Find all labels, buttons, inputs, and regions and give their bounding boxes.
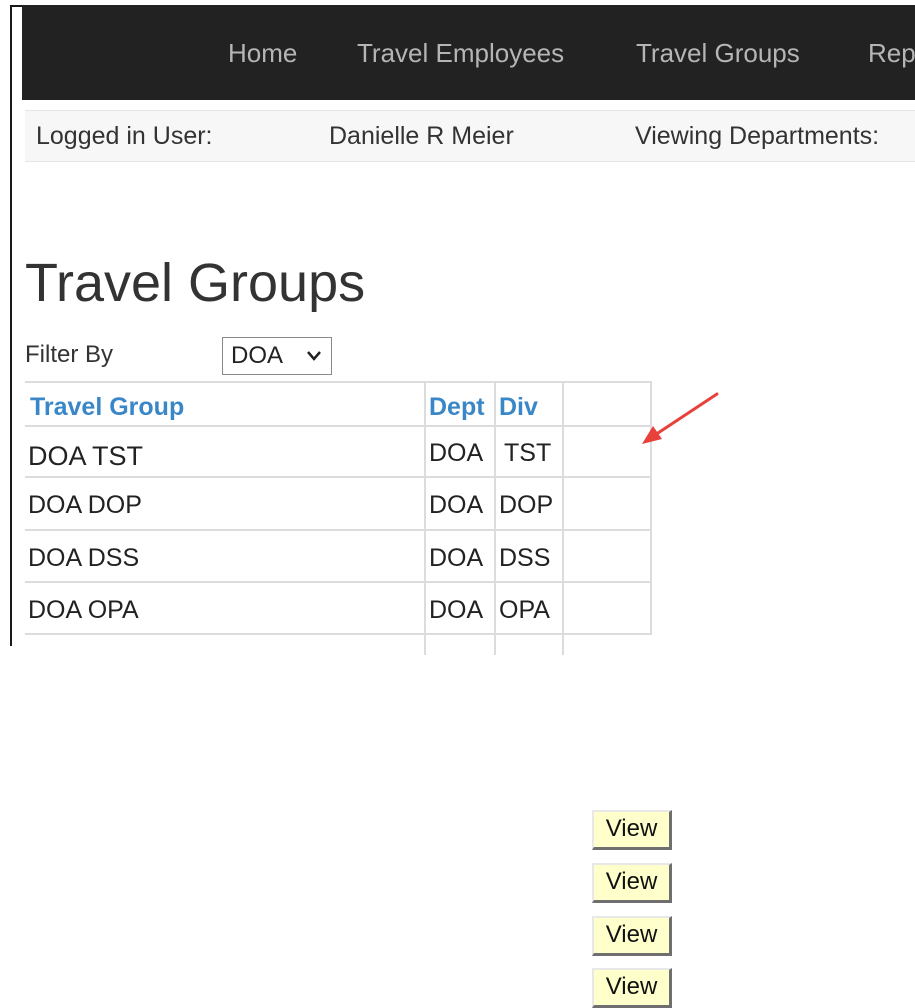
view-button[interactable]: View <box>592 863 672 903</box>
chevron-down-icon <box>305 338 323 386</box>
user-info-bar: Logged in User: Danielle R Meier Viewing… <box>25 110 915 162</box>
table-row-div: DSS <box>496 531 564 583</box>
frame-left-border <box>10 5 12 646</box>
table-row-action-cell <box>564 531 652 583</box>
table-row-div: TST <box>496 427 564 478</box>
filter-dropdown[interactable]: DOA <box>222 337 332 375</box>
table-row-dept: DOA <box>426 531 496 583</box>
column-header-travel-group[interactable]: Travel Group <box>25 381 426 427</box>
page-title: Travel Groups <box>25 253 366 313</box>
filter-selected-value: DOA <box>231 342 284 369</box>
table-row-dept: DOA <box>426 583 496 635</box>
table-row-action-cell <box>564 478 652 531</box>
logged-in-user-name: Danielle R Meier <box>329 122 514 150</box>
nav-travel-employees[interactable]: Travel Employees <box>357 38 564 69</box>
table-row-action-cell <box>564 583 652 635</box>
table-row-group: DOA DOP <box>25 478 426 531</box>
table-row-div: DOP <box>496 478 564 531</box>
nav-home[interactable]: Home <box>228 38 297 69</box>
table-row-div <box>496 635 564 655</box>
nav-reports[interactable]: Rep <box>868 38 915 69</box>
table-row-dept: DOA <box>426 427 496 478</box>
annotation-arrow-icon <box>642 392 719 444</box>
table-row-group: DOA DSS <box>25 531 426 583</box>
viewing-departments-label: Viewing Departments: <box>635 122 880 150</box>
column-header-dept[interactable]: Dept <box>426 381 496 427</box>
table-row-group: DOA OPA <box>25 583 426 635</box>
nav-travel-groups[interactable]: Travel Groups <box>636 38 800 69</box>
top-navbar: Home Travel Employees Travel Groups Rep <box>22 5 915 100</box>
table-row-group <box>25 635 426 655</box>
view-button[interactable]: View <box>592 916 672 956</box>
view-button[interactable]: View <box>592 810 672 850</box>
table-row-div: OPA <box>496 583 564 635</box>
table-row-group: DOA TST <box>25 427 426 478</box>
view-button[interactable]: View <box>592 968 672 1008</box>
filter-label: Filter By <box>25 341 114 368</box>
logged-in-label: Logged in User: <box>36 122 213 150</box>
column-header-div[interactable]: Div <box>496 381 564 427</box>
table-row-dept: DOA <box>426 478 496 531</box>
table-row-dept <box>426 635 496 655</box>
